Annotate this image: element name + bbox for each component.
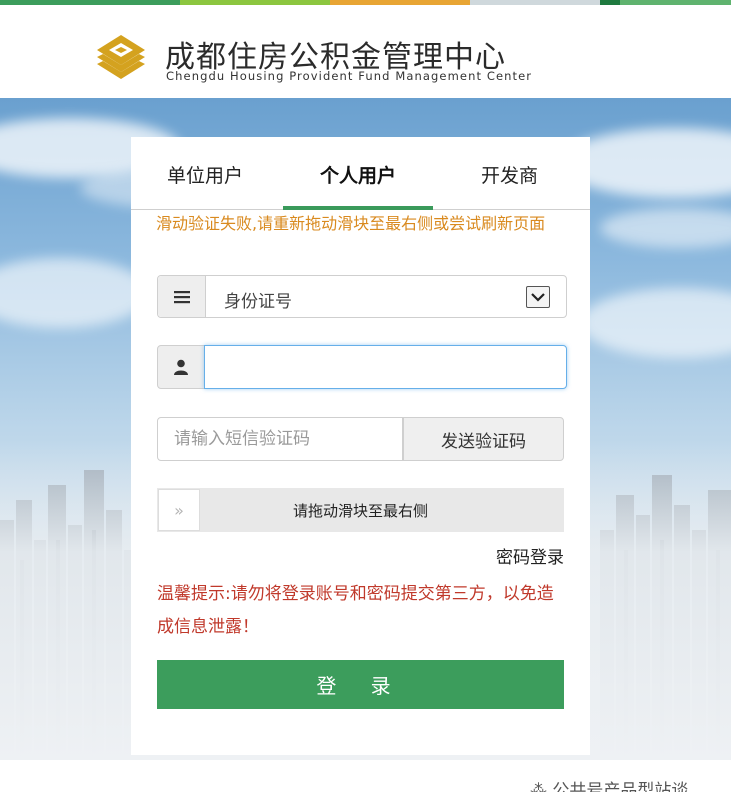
slider-error-message: 滑动验证失败,请重新拖动滑块至最右侧或尝试刷新页面	[156, 214, 546, 233]
id-type-select[interactable]: 身份证号	[157, 275, 567, 318]
security-warning-tip: 温馨提示:请勿将登录账号和密码提交第三方，以免造成信息泄露！	[157, 584, 554, 637]
sms-code-input[interactable]	[157, 417, 403, 461]
slide-verify-track: 请拖动滑块至最右侧 »	[157, 488, 564, 532]
double-chevron-right-icon[interactable]: »	[158, 489, 200, 531]
tab-company-user[interactable]: 单位用户	[167, 161, 243, 188]
id-type-value: 身份证号	[224, 292, 292, 312]
tab-personal-user[interactable]: 个人用户	[320, 161, 396, 188]
list-icon	[158, 276, 206, 317]
login-button[interactable]: 登 录	[157, 660, 564, 709]
user-icon	[157, 345, 205, 389]
active-tab-indicator	[283, 206, 433, 210]
tab-developer[interactable]: 开发商	[481, 161, 538, 188]
username-input[interactable]	[204, 345, 567, 389]
chevron-down-icon[interactable]	[526, 286, 550, 308]
send-sms-code-button[interactable]: 发送验证码	[403, 417, 564, 461]
watermark-text: ⁂ 公共号产品型站谈	[530, 781, 689, 792]
layered-diamond-logo-icon	[97, 35, 145, 79]
user-type-tabs: 单位用户 个人用户 开发商	[131, 137, 590, 210]
site-title-en: Chengdu Housing Provident Fund Managemen…	[166, 69, 533, 83]
username-group	[157, 345, 567, 389]
password-login-link[interactable]: 密码登录	[496, 543, 564, 568]
site-header: 成都住房公积金管理中心 Chengdu Housing Provident Fu…	[0, 5, 731, 98]
slider-label: 请拖动滑块至最右侧	[292, 502, 428, 520]
login-card: 单位用户 个人用户 开发商 滑动验证失败,请重新拖动滑块至最右侧或尝试刷新页面 …	[131, 137, 590, 755]
